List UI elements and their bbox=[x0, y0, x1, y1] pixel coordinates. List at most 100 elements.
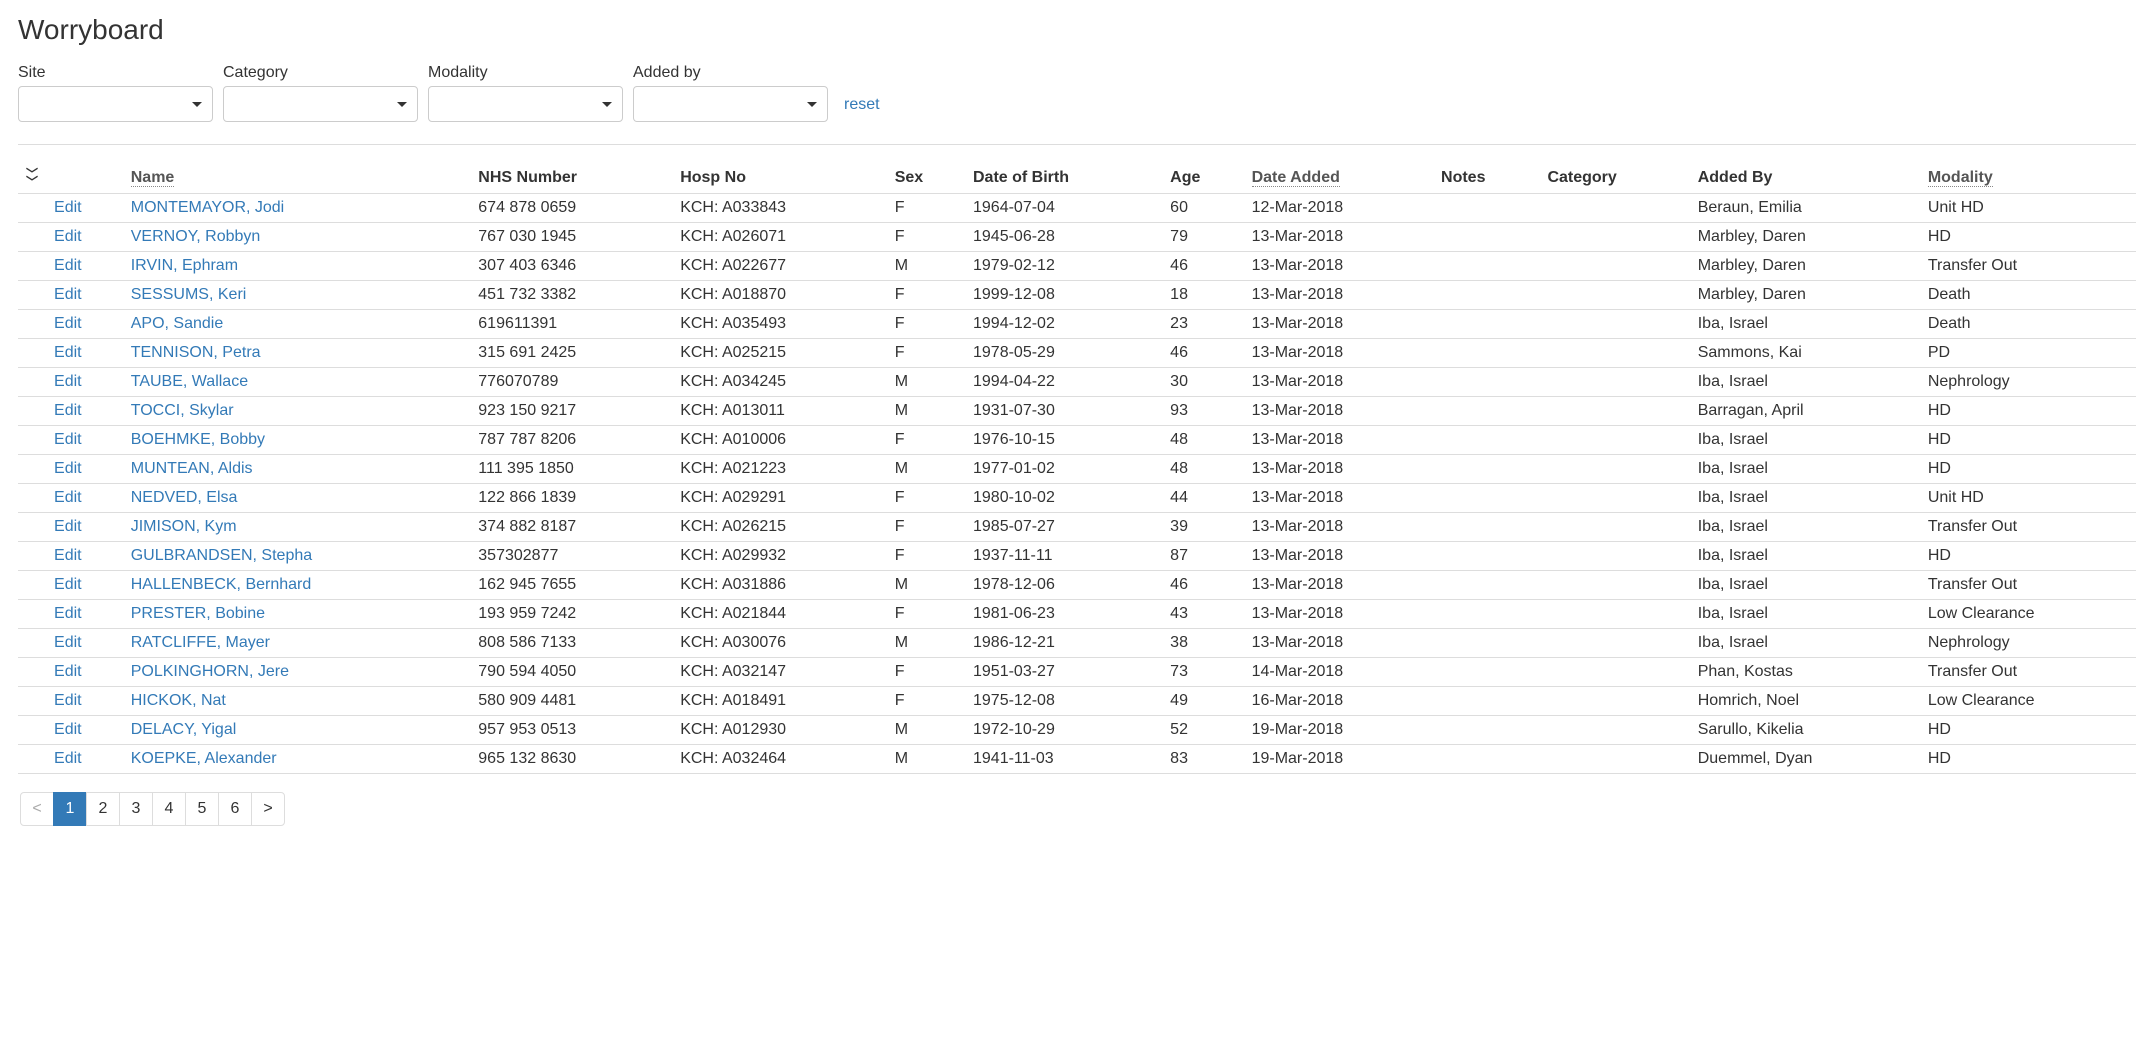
patient-name-link[interactable]: HICKOK, Nat bbox=[131, 692, 226, 709]
edit-link[interactable]: Edit bbox=[54, 431, 82, 448]
expand-all-icon[interactable]: ﹀﹀ bbox=[26, 170, 38, 186]
cell-hosp: KCH: A032147 bbox=[672, 658, 887, 687]
cell-modality: Nephrology bbox=[1920, 368, 2136, 397]
pagination: < 123456 > bbox=[20, 792, 2136, 826]
cell-nhs: 357302877 bbox=[470, 542, 672, 571]
caret-down-icon bbox=[602, 102, 612, 107]
patient-name-link[interactable]: PRESTER, Bobine bbox=[131, 605, 265, 622]
modality-dropdown[interactable] bbox=[428, 86, 623, 122]
added-by-dropdown[interactable] bbox=[633, 86, 828, 122]
edit-link[interactable]: Edit bbox=[54, 663, 82, 680]
edit-link[interactable]: Edit bbox=[54, 605, 82, 622]
cell-modality: HD bbox=[1920, 542, 2136, 571]
cell-hosp: KCH: A033843 bbox=[672, 194, 887, 223]
cell-sex: F bbox=[887, 339, 965, 368]
cell-sex: M bbox=[887, 397, 965, 426]
cell-date-added: 13-Mar-2018 bbox=[1244, 600, 1433, 629]
cell-age: 46 bbox=[1162, 339, 1243, 368]
page-1[interactable]: 1 bbox=[53, 792, 87, 826]
patient-name-link[interactable]: RATCLIFFE, Mayer bbox=[131, 634, 270, 651]
page-5[interactable]: 5 bbox=[185, 792, 219, 826]
patient-name-link[interactable]: APO, Sandie bbox=[131, 315, 224, 332]
patient-name-link[interactable]: VERNOY, Robbyn bbox=[131, 228, 261, 245]
edit-link[interactable]: Edit bbox=[54, 373, 82, 390]
page-next[interactable]: > bbox=[251, 792, 285, 826]
col-dob: Date of Birth bbox=[965, 163, 1162, 194]
page-3[interactable]: 3 bbox=[119, 792, 153, 826]
page-2[interactable]: 2 bbox=[86, 792, 120, 826]
reset-link[interactable]: reset bbox=[844, 96, 880, 114]
patient-name-link[interactable]: TOCCI, Skylar bbox=[131, 402, 234, 419]
col-name[interactable]: Name bbox=[123, 163, 471, 194]
cell-date-added: 13-Mar-2018 bbox=[1244, 339, 1433, 368]
patient-name-link[interactable]: JIMISON, Kym bbox=[131, 518, 237, 535]
patient-name-link[interactable]: NEDVED, Elsa bbox=[131, 489, 238, 506]
edit-link[interactable]: Edit bbox=[54, 576, 82, 593]
col-modality[interactable]: Modality bbox=[1920, 163, 2136, 194]
cell-category bbox=[1539, 571, 1689, 600]
category-dropdown[interactable] bbox=[223, 86, 418, 122]
edit-link[interactable]: Edit bbox=[54, 634, 82, 651]
page-6[interactable]: 6 bbox=[218, 792, 252, 826]
cell-nhs: 808 586 7133 bbox=[470, 629, 672, 658]
edit-link[interactable]: Edit bbox=[54, 518, 82, 535]
col-date-added[interactable]: Date Added bbox=[1244, 163, 1433, 194]
site-dropdown[interactable] bbox=[18, 86, 213, 122]
cell-nhs: 315 691 2425 bbox=[470, 339, 672, 368]
patient-name-link[interactable]: DELACY, Yigal bbox=[131, 721, 237, 738]
cell-notes bbox=[1433, 194, 1539, 223]
patient-name-link[interactable]: KOEPKE, Alexander bbox=[131, 750, 277, 767]
cell-added-by: Phan, Kostas bbox=[1690, 658, 1920, 687]
patient-name-link[interactable]: TAUBE, Wallace bbox=[131, 373, 248, 390]
patient-name-link[interactable]: BOEHMKE, Bobby bbox=[131, 431, 265, 448]
edit-link[interactable]: Edit bbox=[54, 402, 82, 419]
patient-name-link[interactable]: HALLENBECK, Bernhard bbox=[131, 576, 312, 593]
table-row: EditBOEHMKE, Bobby787 787 8206KCH: A0100… bbox=[18, 426, 2136, 455]
page-4[interactable]: 4 bbox=[152, 792, 186, 826]
cell-nhs: 193 959 7242 bbox=[470, 600, 672, 629]
cell-notes bbox=[1433, 310, 1539, 339]
patient-name-link[interactable]: MUNTEAN, Aldis bbox=[131, 460, 253, 477]
cell-modality: Unit HD bbox=[1920, 484, 2136, 513]
cell-date-added: 13-Mar-2018 bbox=[1244, 484, 1433, 513]
patient-name-link[interactable]: POLKINGHORN, Jere bbox=[131, 663, 289, 680]
page-prev[interactable]: < bbox=[20, 792, 54, 826]
edit-link[interactable]: Edit bbox=[54, 344, 82, 361]
edit-link[interactable]: Edit bbox=[54, 750, 82, 767]
edit-link[interactable]: Edit bbox=[54, 460, 82, 477]
cell-hosp: KCH: A035493 bbox=[672, 310, 887, 339]
edit-link[interactable]: Edit bbox=[54, 228, 82, 245]
cell-added-by: Marbley, Daren bbox=[1690, 252, 1920, 281]
worryboard-table: ﹀﹀ Name NHS Number Hosp No Sex Date of B… bbox=[18, 163, 2136, 774]
cell-notes bbox=[1433, 716, 1539, 745]
cell-nhs: 307 403 6346 bbox=[470, 252, 672, 281]
patient-name-link[interactable]: MONTEMAYOR, Jodi bbox=[131, 199, 285, 216]
edit-link[interactable]: Edit bbox=[54, 692, 82, 709]
cell-date-added: 13-Mar-2018 bbox=[1244, 571, 1433, 600]
cell-date-added: 13-Mar-2018 bbox=[1244, 542, 1433, 571]
edit-link[interactable]: Edit bbox=[54, 315, 82, 332]
cell-sex: M bbox=[887, 455, 965, 484]
cell-dob: 1931-07-30 bbox=[965, 397, 1162, 426]
cell-nhs: 451 732 3382 bbox=[470, 281, 672, 310]
cell-date-added: 13-Mar-2018 bbox=[1244, 252, 1433, 281]
cell-date-added: 14-Mar-2018 bbox=[1244, 658, 1433, 687]
edit-link[interactable]: Edit bbox=[54, 286, 82, 303]
patient-name-link[interactable]: TENNISON, Petra bbox=[131, 344, 261, 361]
patient-name-link[interactable]: IRVIN, Ephram bbox=[131, 257, 238, 274]
cell-modality: Death bbox=[1920, 310, 2136, 339]
table-row: EditTAUBE, Wallace776070789KCH: A034245M… bbox=[18, 368, 2136, 397]
edit-link[interactable]: Edit bbox=[54, 199, 82, 216]
edit-link[interactable]: Edit bbox=[54, 257, 82, 274]
cell-nhs: 787 787 8206 bbox=[470, 426, 672, 455]
edit-link[interactable]: Edit bbox=[54, 721, 82, 738]
patient-name-link[interactable]: GULBRANDSEN, Stepha bbox=[131, 547, 312, 564]
edit-link[interactable]: Edit bbox=[54, 489, 82, 506]
cell-sex: F bbox=[887, 600, 965, 629]
cell-dob: 1972-10-29 bbox=[965, 716, 1162, 745]
cell-notes bbox=[1433, 368, 1539, 397]
patient-name-link[interactable]: SESSUMS, Keri bbox=[131, 286, 247, 303]
cell-category bbox=[1539, 281, 1689, 310]
edit-link[interactable]: Edit bbox=[54, 547, 82, 564]
cell-notes bbox=[1433, 252, 1539, 281]
